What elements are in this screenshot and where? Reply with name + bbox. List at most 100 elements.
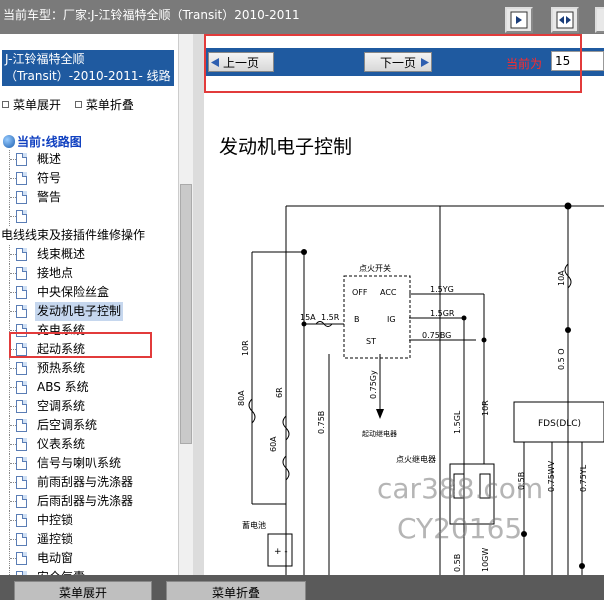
tree-item-label: 后雨刮器与洗涤器 — [37, 494, 134, 508]
wire-label: 0.5B — [453, 554, 462, 572]
wire-label: 1.5GR — [430, 309, 455, 318]
tree-item[interactable]: 中控锁 — [0, 511, 178, 530]
tree-item[interactable] — [0, 207, 178, 226]
zoom-button[interactable] — [595, 7, 604, 33]
tree-item[interactable]: 空调系统 — [0, 397, 178, 416]
tree-item-label: 遥控锁 — [37, 532, 74, 546]
tree-item[interactable]: 后雨刮器与洗涤器 — [0, 492, 178, 511]
tree-item[interactable]: 发动机电子控制 — [0, 302, 178, 321]
document-icon — [16, 381, 27, 394]
expand-menu-button[interactable]: 菜单展开 — [14, 581, 152, 600]
document-icon — [16, 438, 27, 451]
document-icon — [16, 514, 27, 527]
tree-item-label: 电动窗 — [37, 551, 74, 565]
document-icon — [16, 495, 27, 508]
off-label: OFF — [352, 288, 368, 297]
highlight-box — [9, 332, 152, 358]
expand-label: 菜单展开 — [58, 585, 107, 600]
ignition-relay-label: 点火继电器 — [396, 454, 436, 464]
wire-label: 1.5YG — [430, 285, 454, 294]
wire-label: 6R — [275, 387, 284, 398]
tree-item-label: 电线线束及接插件维修操作 — [1, 228, 146, 242]
tree-item[interactable]: 接地点 — [0, 264, 178, 283]
tree-item-label: 预热系统 — [37, 361, 86, 375]
st-label: ST — [366, 337, 376, 346]
wire-label: 0.75Gy — [369, 370, 378, 399]
tree-item[interactable]: 信号与喇叭系统 — [0, 454, 178, 473]
scrollbar-thumb[interactable] — [180, 184, 192, 444]
junction — [564, 202, 572, 210]
fit-page-button[interactable] — [505, 7, 533, 33]
bottom-bar: 菜单展开 菜单折叠 — [0, 575, 604, 600]
tree-item[interactable]: 警告 — [0, 188, 178, 207]
document-icon — [16, 248, 27, 261]
junction — [461, 315, 467, 321]
wire-label: 15A — [300, 313, 316, 322]
document-icon — [16, 172, 27, 185]
wire-label: 1.5R — [321, 313, 340, 322]
tree-connector — [9, 568, 10, 575]
tree-item-label: 信号与喇叭系统 — [37, 456, 122, 470]
collapse-menu-button[interactable]: 菜单折叠 — [166, 581, 306, 600]
starter-relay-label: 起动继电器 — [362, 429, 397, 438]
tree-item[interactable]: 后空调系统 — [0, 416, 178, 435]
tree-item[interactable]: 预热系统 — [0, 359, 178, 378]
document-icon — [16, 153, 27, 166]
tree-item-label: 警告 — [37, 190, 62, 204]
sidebar-scrollbar[interactable] — [178, 34, 193, 575]
wire-label: 80A — [237, 390, 246, 406]
collapse-label: 菜单折叠 — [85, 98, 134, 112]
document-icon — [16, 362, 27, 375]
globe-icon — [3, 135, 15, 148]
tree-item-label: 中央保险丝盒 — [37, 285, 110, 299]
wire-label: 0.75YL — [579, 464, 588, 492]
title-bar: 当前车型：厂家:J-江铃福特全顺（Transit）2010-2011 — [0, 0, 604, 34]
ignition-switch-label: 点火开关 — [359, 263, 391, 273]
document-icon — [16, 191, 27, 204]
tree-item[interactable]: 安全气囊 — [0, 568, 178, 575]
tree-item[interactable]: ABS 系统 — [0, 378, 178, 397]
b-label: B — [354, 315, 360, 324]
tree-item-label: 中控锁 — [37, 513, 74, 527]
tree-root[interactable]: 当前:线路图 — [3, 133, 82, 150]
tree-item-label: 后空调系统 — [37, 418, 98, 432]
tree-section[interactable]: 电线线束及接插件维修操作 — [0, 226, 178, 245]
page-title: 发动机电子控制 — [219, 136, 353, 158]
wire-label: 0.5 O — [557, 348, 566, 370]
tree-item[interactable]: 前雨刮器与洗涤器 — [0, 473, 178, 492]
tree-item[interactable]: 符号 — [0, 169, 178, 188]
tree-item-label: 空调系统 — [37, 399, 86, 413]
ig-label: IG — [387, 315, 396, 324]
document-icon — [16, 457, 27, 470]
tree-item[interactable]: 概述 — [0, 150, 178, 169]
splitter[interactable] — [193, 34, 204, 575]
tree-item-label: 符号 — [37, 171, 62, 185]
tree-view: 概述 符号 警告 电线线束及接插件维修操作 线束概述 接地点 中央保险丝盒 发动机电子控制 充电… — [0, 150, 178, 575]
menu-toggle-row: 菜单展开 菜单折叠 — [2, 96, 134, 113]
wire-label: 10R — [481, 400, 490, 416]
expand-label: 菜单展开 — [13, 98, 62, 112]
junction — [301, 321, 307, 327]
tree-item[interactable]: 电动窗 — [0, 549, 178, 568]
tree-root-label: 当前:线路图 — [17, 135, 82, 149]
expand-menu-link[interactable]: 菜单展开 — [2, 98, 61, 112]
collapse-menu-link[interactable]: 菜单折叠 — [74, 98, 134, 112]
wire-label: 10GW — [481, 548, 490, 572]
fit-width-icon — [556, 11, 574, 29]
wire-label: 10A — [557, 270, 566, 286]
document-icon — [16, 210, 27, 223]
tree-item-label: 线束概述 — [37, 247, 86, 261]
fds-dlc-label: FDS(DLC) — [538, 419, 581, 429]
document-icon — [16, 476, 27, 489]
tree-item[interactable]: 中央保险丝盒 — [0, 283, 178, 302]
tree-item[interactable]: 线束概述 — [0, 245, 178, 264]
tree-item[interactable]: 遥控锁 — [0, 530, 178, 549]
tree-item-label: 仪表系统 — [37, 437, 86, 451]
wire-label: 0.75B — [317, 411, 326, 434]
battery-label: 蓄电池 — [242, 520, 266, 530]
wire-label: 60A — [269, 436, 278, 452]
fit-width-button[interactable] — [551, 7, 579, 33]
square-icon — [74, 101, 82, 108]
svg-text:+ -: + - — [274, 547, 288, 557]
tree-item[interactable]: 仪表系统 — [0, 435, 178, 454]
